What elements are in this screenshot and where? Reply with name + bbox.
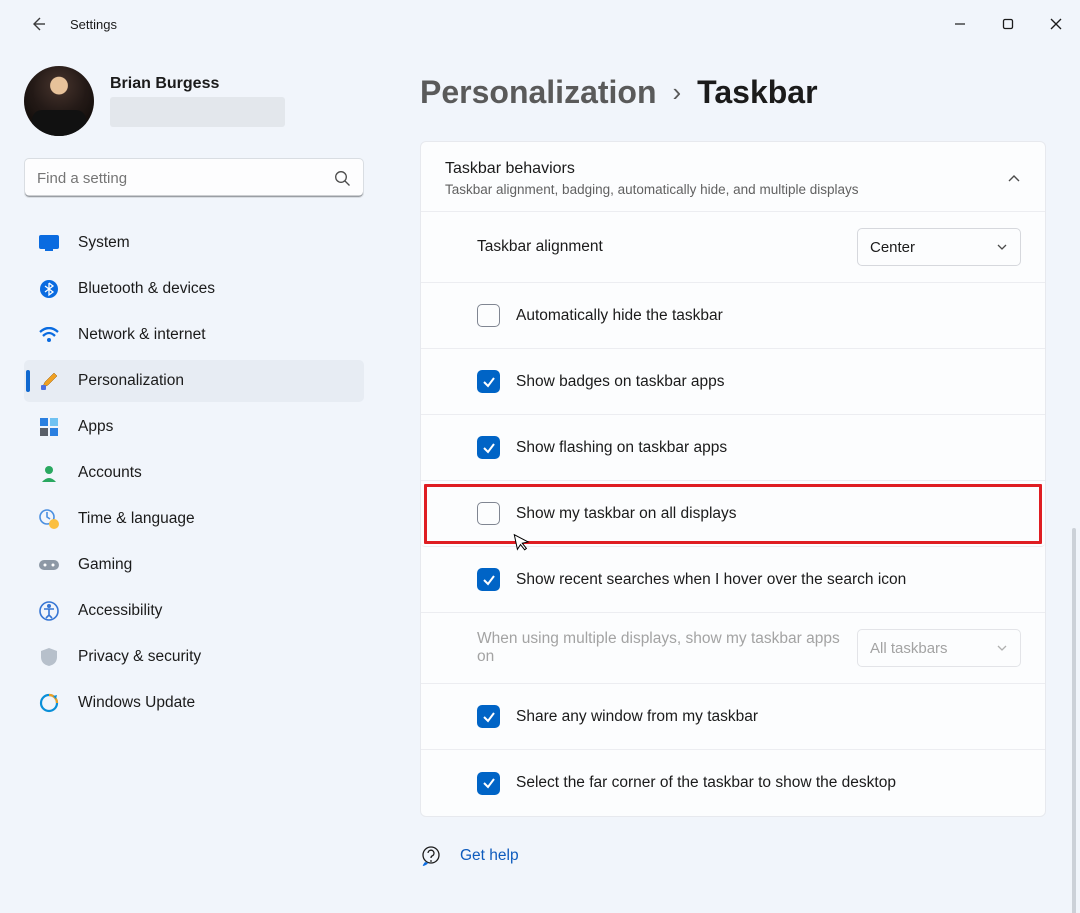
alignment-dropdown[interactable]: Center bbox=[857, 228, 1021, 266]
row-recent-searches[interactable]: Show recent searches when I hover over t… bbox=[421, 547, 1045, 613]
person-icon bbox=[38, 462, 60, 484]
row-label: Show recent searches when I hover over t… bbox=[516, 571, 1021, 589]
nav-windows-update[interactable]: Windows Update bbox=[24, 682, 364, 724]
row-label: When using multiple displays, show my ta… bbox=[477, 630, 857, 666]
dropdown-value: Center bbox=[870, 239, 915, 256]
checkbox-share-window[interactable] bbox=[477, 705, 500, 728]
row-auto-hide[interactable]: Automatically hide the taskbar bbox=[421, 283, 1045, 349]
shield-icon bbox=[38, 646, 60, 668]
nav-label: Bluetooth & devices bbox=[78, 280, 215, 298]
system-icon bbox=[38, 232, 60, 254]
profile-email-redacted bbox=[110, 97, 285, 127]
avatar bbox=[24, 66, 94, 136]
apps-icon bbox=[38, 416, 60, 438]
nav: System Bluetooth & devices Network & int… bbox=[24, 222, 364, 724]
nav-personalization[interactable]: Personalization bbox=[24, 360, 364, 402]
scrollbar[interactable] bbox=[1072, 528, 1076, 913]
app-title: Settings bbox=[70, 17, 117, 32]
minimize-button[interactable] bbox=[936, 4, 984, 44]
checkbox-badges[interactable] bbox=[477, 370, 500, 393]
profile-area[interactable]: Brian Burgess bbox=[24, 66, 364, 136]
row-label: Show badges on taskbar apps bbox=[516, 373, 1021, 391]
sidebar: Brian Burgess System Bluetooth & devices… bbox=[0, 48, 380, 913]
row-share-window[interactable]: Share any window from my taskbar bbox=[421, 684, 1045, 750]
breadcrumb: Personalization › Taskbar bbox=[420, 74, 1046, 111]
nav-privacy[interactable]: Privacy & security bbox=[24, 636, 364, 678]
chevron-down-icon bbox=[996, 642, 1008, 654]
chevron-down-icon bbox=[996, 241, 1008, 253]
nav-accessibility[interactable]: Accessibility bbox=[24, 590, 364, 632]
nav-label: Accounts bbox=[78, 464, 142, 482]
row-label: Taskbar alignment bbox=[477, 238, 857, 256]
row-multi-display-apps: When using multiple displays, show my ta… bbox=[421, 613, 1045, 684]
behaviors-header[interactable]: Taskbar behaviors Taskbar alignment, bad… bbox=[421, 142, 1045, 212]
nav-gaming[interactable]: Gaming bbox=[24, 544, 364, 586]
checkbox-all-displays[interactable] bbox=[477, 502, 500, 525]
checkbox-flashing[interactable] bbox=[477, 436, 500, 459]
row-label: Select the far corner of the taskbar to … bbox=[516, 774, 1021, 792]
row-label: Show flashing on taskbar apps bbox=[516, 439, 1021, 457]
profile-name: Brian Burgess bbox=[110, 75, 285, 93]
multi-display-dropdown: All taskbars bbox=[857, 629, 1021, 667]
back-button[interactable] bbox=[18, 4, 58, 44]
checkbox-auto-hide[interactable] bbox=[477, 304, 500, 327]
breadcrumb-parent[interactable]: Personalization bbox=[420, 74, 657, 111]
paintbrush-icon bbox=[38, 370, 60, 392]
row-label: Show my taskbar on all displays bbox=[516, 505, 1021, 523]
maximize-button[interactable] bbox=[984, 4, 1032, 44]
row-badges[interactable]: Show badges on taskbar apps bbox=[421, 349, 1045, 415]
nav-label: System bbox=[78, 234, 130, 252]
nav-label: Windows Update bbox=[78, 694, 195, 712]
nav-label: Network & internet bbox=[78, 326, 206, 344]
card-subtitle: Taskbar alignment, badging, automaticall… bbox=[445, 182, 1007, 197]
get-help-link[interactable]: Get help bbox=[460, 847, 519, 865]
taskbar-behaviors-card: Taskbar behaviors Taskbar alignment, bad… bbox=[420, 141, 1046, 817]
content: Personalization › Taskbar Taskbar behavi… bbox=[380, 48, 1080, 913]
card-title: Taskbar behaviors bbox=[445, 160, 1007, 178]
nav-label: Time & language bbox=[78, 510, 195, 528]
checkbox-far-corner[interactable] bbox=[477, 772, 500, 795]
search-box[interactable] bbox=[24, 158, 364, 198]
breadcrumb-current: Taskbar bbox=[697, 74, 817, 111]
window-controls bbox=[936, 4, 1080, 44]
help-icon bbox=[420, 845, 442, 867]
titlebar: Settings bbox=[0, 0, 1080, 48]
gamepad-icon bbox=[38, 554, 60, 576]
nav-network[interactable]: Network & internet bbox=[24, 314, 364, 356]
row-far-corner[interactable]: Select the far corner of the taskbar to … bbox=[421, 750, 1045, 816]
accessibility-icon bbox=[38, 600, 60, 622]
help-row: Get help bbox=[420, 817, 1046, 867]
chevron-right-icon: › bbox=[673, 77, 682, 108]
row-flashing[interactable]: Show flashing on taskbar apps bbox=[421, 415, 1045, 481]
nav-label: Personalization bbox=[78, 372, 184, 390]
row-alignment: Taskbar alignment Center bbox=[421, 212, 1045, 283]
nav-label: Apps bbox=[78, 418, 113, 436]
clock-globe-icon bbox=[38, 508, 60, 530]
nav-system[interactable]: System bbox=[24, 222, 364, 264]
search-input[interactable] bbox=[37, 170, 334, 187]
search-icon bbox=[334, 170, 351, 187]
wifi-icon bbox=[38, 324, 60, 346]
row-label: Share any window from my taskbar bbox=[516, 708, 1021, 726]
nav-label: Gaming bbox=[78, 556, 132, 574]
dropdown-value: All taskbars bbox=[870, 640, 948, 657]
close-button[interactable] bbox=[1032, 4, 1080, 44]
nav-time-language[interactable]: Time & language bbox=[24, 498, 364, 540]
checkbox-recent-searches[interactable] bbox=[477, 568, 500, 591]
nav-apps[interactable]: Apps bbox=[24, 406, 364, 448]
bluetooth-icon bbox=[38, 278, 60, 300]
nav-bluetooth[interactable]: Bluetooth & devices bbox=[24, 268, 364, 310]
nav-label: Accessibility bbox=[78, 602, 162, 620]
chevron-up-icon bbox=[1007, 172, 1021, 186]
row-label: Automatically hide the taskbar bbox=[516, 307, 1021, 325]
update-icon bbox=[38, 692, 60, 714]
nav-accounts[interactable]: Accounts bbox=[24, 452, 364, 494]
nav-label: Privacy & security bbox=[78, 648, 201, 666]
